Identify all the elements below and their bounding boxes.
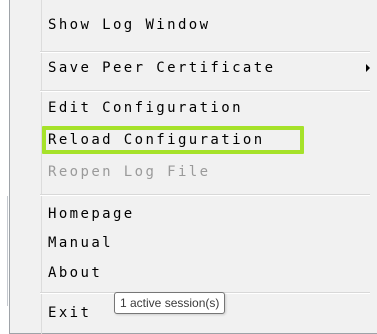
menu-item-manual[interactable]: Manual: [48, 229, 113, 257]
menu-item-show-log-window[interactable]: Show Log Window: [48, 11, 210, 39]
menu-separator: [40, 51, 370, 53]
menu-item-exit[interactable]: Exit: [48, 299, 91, 327]
active-sessions-tooltip: 1 active session(s): [114, 292, 226, 314]
chevron-right-icon: [366, 64, 370, 72]
menu-item-save-peer-certificate[interactable]: Save Peer Certificate: [48, 54, 275, 82]
menu-separator: [40, 194, 370, 196]
selection-highlight: [42, 126, 304, 154]
menu-separator: [40, 90, 370, 92]
background-divider: [7, 196, 8, 306]
menu-item-reopen-log-file: Reopen Log File: [48, 164, 211, 180]
menu-item-about[interactable]: About: [48, 259, 102, 287]
menu-item-edit-configuration[interactable]: Edit Configuration: [48, 94, 243, 122]
menu-item-homepage[interactable]: Homepage: [48, 200, 135, 228]
